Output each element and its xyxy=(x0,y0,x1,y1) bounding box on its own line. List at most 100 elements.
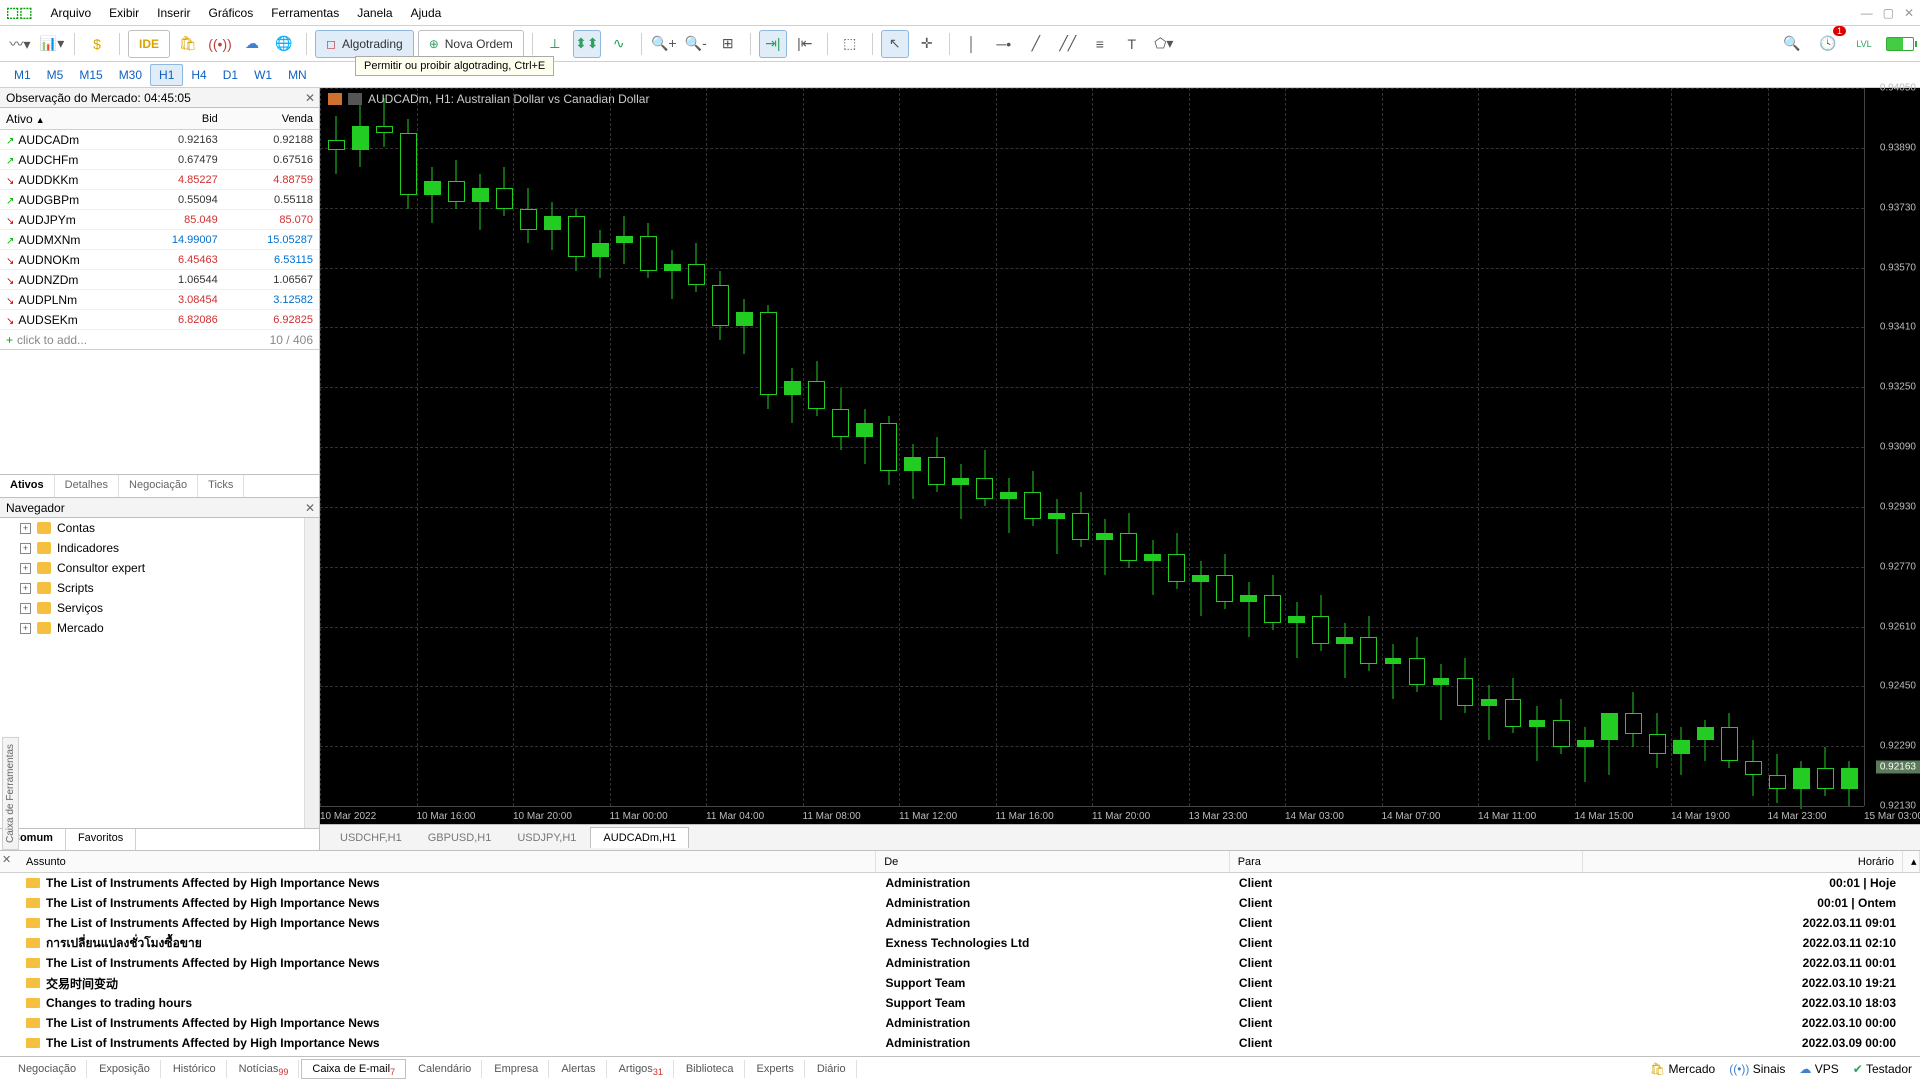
new-order-button[interactable]: ⊕Nova Ordem xyxy=(418,30,524,58)
ide-button[interactable]: IDE xyxy=(128,30,170,58)
cursor-icon[interactable]: ↖ xyxy=(881,30,909,58)
mw-tab-ticks[interactable]: Ticks xyxy=(198,475,244,497)
mw-row-audnzdm[interactable]: AUDNZDm1.065441.06567 xyxy=(0,270,319,290)
mail-row[interactable]: The List of Instruments Affected by High… xyxy=(0,953,1920,973)
toolbox-tab-empresa[interactable]: Empresa xyxy=(484,1060,549,1078)
mw-row-audgbpm[interactable]: AUDGBPm0.550940.55118 xyxy=(0,190,319,210)
globe-icon[interactable]: 🌐 xyxy=(270,30,298,58)
toolbox-tab-negociação[interactable]: Negociação xyxy=(8,1060,87,1078)
toolbox-tab-exposição[interactable]: Exposição xyxy=(89,1060,161,1078)
toolbox-tab-caixa-de-e-mail[interactable]: Caixa de E-mail7 xyxy=(301,1059,406,1079)
line-chart-icon[interactable]: 〰▾ xyxy=(6,30,34,58)
mail-row[interactable]: The List of Instruments Affected by High… xyxy=(0,1033,1920,1053)
mw-tab-detalhes[interactable]: Detalhes xyxy=(55,475,119,497)
expand-icon[interactable]: + xyxy=(20,563,31,574)
menu-ajuda[interactable]: Ajuda xyxy=(411,6,442,20)
expand-icon[interactable]: + xyxy=(20,583,31,594)
nav-item-serviços[interactable]: +Serviços xyxy=(0,598,319,618)
notifications-icon[interactable]: 🕓 xyxy=(1814,30,1842,58)
maximize-icon[interactable]: ▢ xyxy=(1883,6,1894,20)
menu-exibir[interactable]: Exibir xyxy=(109,6,139,20)
mw-row-auddkkm[interactable]: AUDDKKm4.852274.88759 xyxy=(0,170,319,190)
mw-add-symbol[interactable]: +click to add... xyxy=(6,333,87,347)
mw-tab-ativos[interactable]: Ativos xyxy=(0,475,55,497)
chart-area[interactable]: AUDCADm, H1: Australian Dollar vs Canadi… xyxy=(320,88,1920,824)
trendline-icon[interactable]: ╱ xyxy=(1022,30,1050,58)
search-icon[interactable]: 🔍 xyxy=(1778,30,1806,58)
expand-icon[interactable]: + xyxy=(20,623,31,634)
status-vps[interactable]: ☁ VPS xyxy=(1799,1062,1838,1076)
mw-tab-negociação[interactable]: Negociação xyxy=(119,475,198,497)
toolbox-tab-experts[interactable]: Experts xyxy=(747,1060,805,1078)
mw-row-audjpym[interactable]: AUDJPYm85.04985.070 xyxy=(0,210,319,230)
status-sinais[interactable]: ((•)) Sinais xyxy=(1729,1062,1785,1076)
timeframe-d1[interactable]: D1 xyxy=(215,65,246,85)
candles-icon[interactable]: ⬍⬍ xyxy=(573,30,601,58)
line-icon[interactable]: ∿ xyxy=(605,30,633,58)
crosshair-icon[interactable]: ✛ xyxy=(913,30,941,58)
algotrading-button[interactable]: ◻Algotrading xyxy=(315,30,414,58)
chart-tab-usdchf-h1[interactable]: USDCHF,H1 xyxy=(328,828,414,848)
mail-row[interactable]: The List of Instruments Affected by High… xyxy=(0,1013,1920,1033)
mw-col-ask[interactable]: Venda xyxy=(224,113,319,125)
timeframe-m1[interactable]: M1 xyxy=(6,65,39,85)
nav-item-contas[interactable]: +Contas xyxy=(0,518,319,538)
toolbox-tab-alertas[interactable]: Alertas xyxy=(551,1060,606,1078)
chart-tab-audcadm-h1[interactable]: AUDCADm,H1 xyxy=(590,827,689,848)
tile-icon[interactable]: ⊞ xyxy=(714,30,742,58)
timeframe-m15[interactable]: M15 xyxy=(71,65,110,85)
market-icon[interactable]: 🛍 xyxy=(174,30,202,58)
timeframe-m5[interactable]: M5 xyxy=(39,65,72,85)
channel-icon[interactable]: ╱╱ xyxy=(1054,30,1082,58)
chart-tab-gbpusd-h1[interactable]: GBPUSD,H1 xyxy=(416,828,504,848)
minimize-icon[interactable]: — xyxy=(1861,6,1873,20)
mail-row[interactable]: The List of Instruments Affected by High… xyxy=(0,873,1920,893)
timeframe-m30[interactable]: M30 xyxy=(111,65,150,85)
status-mercado[interactable]: 🛍 Mercado xyxy=(1650,1062,1715,1076)
nav-item-scripts[interactable]: +Scripts xyxy=(0,578,319,598)
mw-row-audchfm[interactable]: AUDCHFm0.674790.67516 xyxy=(0,150,319,170)
navigator-scrollbar[interactable] xyxy=(304,518,319,828)
mail-row[interactable]: The List of Instruments Affected by High… xyxy=(0,893,1920,913)
mw-row-audsekm[interactable]: AUDSEKm6.820866.92825 xyxy=(0,310,319,330)
toolbox-tab-histórico[interactable]: Histórico xyxy=(163,1060,227,1078)
nav-item-consultor-expert[interactable]: +Consultor expert xyxy=(0,558,319,578)
text-icon[interactable]: T xyxy=(1118,30,1146,58)
nav-tab-favoritos[interactable]: Favoritos xyxy=(66,829,136,850)
timeframe-mn[interactable]: MN xyxy=(280,65,315,85)
mail-col-to[interactable]: Para xyxy=(1230,851,1583,872)
expand-icon[interactable]: + xyxy=(20,523,31,534)
toolbox-close-icon[interactable]: ✕ xyxy=(2,853,11,866)
dollar-icon[interactable]: $ xyxy=(83,30,111,58)
toolbox-tab-notícias[interactable]: Notícias99 xyxy=(229,1060,300,1078)
fibo-icon[interactable]: ≡ xyxy=(1086,30,1114,58)
timeframe-h4[interactable]: H4 xyxy=(183,65,214,85)
mail-scrollbar-up-icon[interactable]: ▴ xyxy=(1903,851,1920,872)
menu-janela[interactable]: Janela xyxy=(357,6,392,20)
vline-icon[interactable]: │ xyxy=(958,30,986,58)
toolbox-tab-biblioteca[interactable]: Biblioteca xyxy=(676,1060,745,1078)
mw-col-symbol[interactable]: Ativo ▲ xyxy=(0,112,129,126)
mw-row-audmxnm[interactable]: AUDMXNm14.9900715.05287 xyxy=(0,230,319,250)
mail-row[interactable]: การเปลี่ยนแปลงชั่วโมงซื้อขายExness Techn… xyxy=(0,933,1920,953)
zoom-in-icon[interactable]: 🔍+ xyxy=(650,30,678,58)
mw-row-audnokm[interactable]: AUDNOKm6.454636.53115 xyxy=(0,250,319,270)
bar-chart-icon[interactable]: 📊▾ xyxy=(38,30,66,58)
nav-item-mercado[interactable]: +Mercado xyxy=(0,618,319,638)
timeframe-h1[interactable]: H1 xyxy=(150,64,183,86)
status-testador[interactable]: ✔ Testador xyxy=(1853,1062,1912,1076)
market-watch-close-icon[interactable]: ✕ xyxy=(305,91,315,105)
timeframe-w1[interactable]: W1 xyxy=(246,65,280,85)
mw-row-audcadm[interactable]: AUDCADm0.921630.92188 xyxy=(0,130,319,150)
hline-icon[interactable]: ─• xyxy=(990,30,1018,58)
toolbox-tab-calendário[interactable]: Calendário xyxy=(408,1060,482,1078)
mail-col-subject[interactable]: Assunto xyxy=(18,851,876,872)
cloud-icon[interactable]: ☁ xyxy=(238,30,266,58)
auto-scroll-icon[interactable]: ⇥| xyxy=(759,30,787,58)
close-icon[interactable]: ✕ xyxy=(1904,6,1914,20)
select-rect-icon[interactable]: ⬚ xyxy=(836,30,864,58)
bars-icon[interactable]: ⟂ xyxy=(541,30,569,58)
chart-tab-usdjpy-h1[interactable]: USDJPY,H1 xyxy=(505,828,588,848)
mw-col-bid[interactable]: Bid xyxy=(129,113,224,125)
nav-item-indicadores[interactable]: +Indicadores xyxy=(0,538,319,558)
